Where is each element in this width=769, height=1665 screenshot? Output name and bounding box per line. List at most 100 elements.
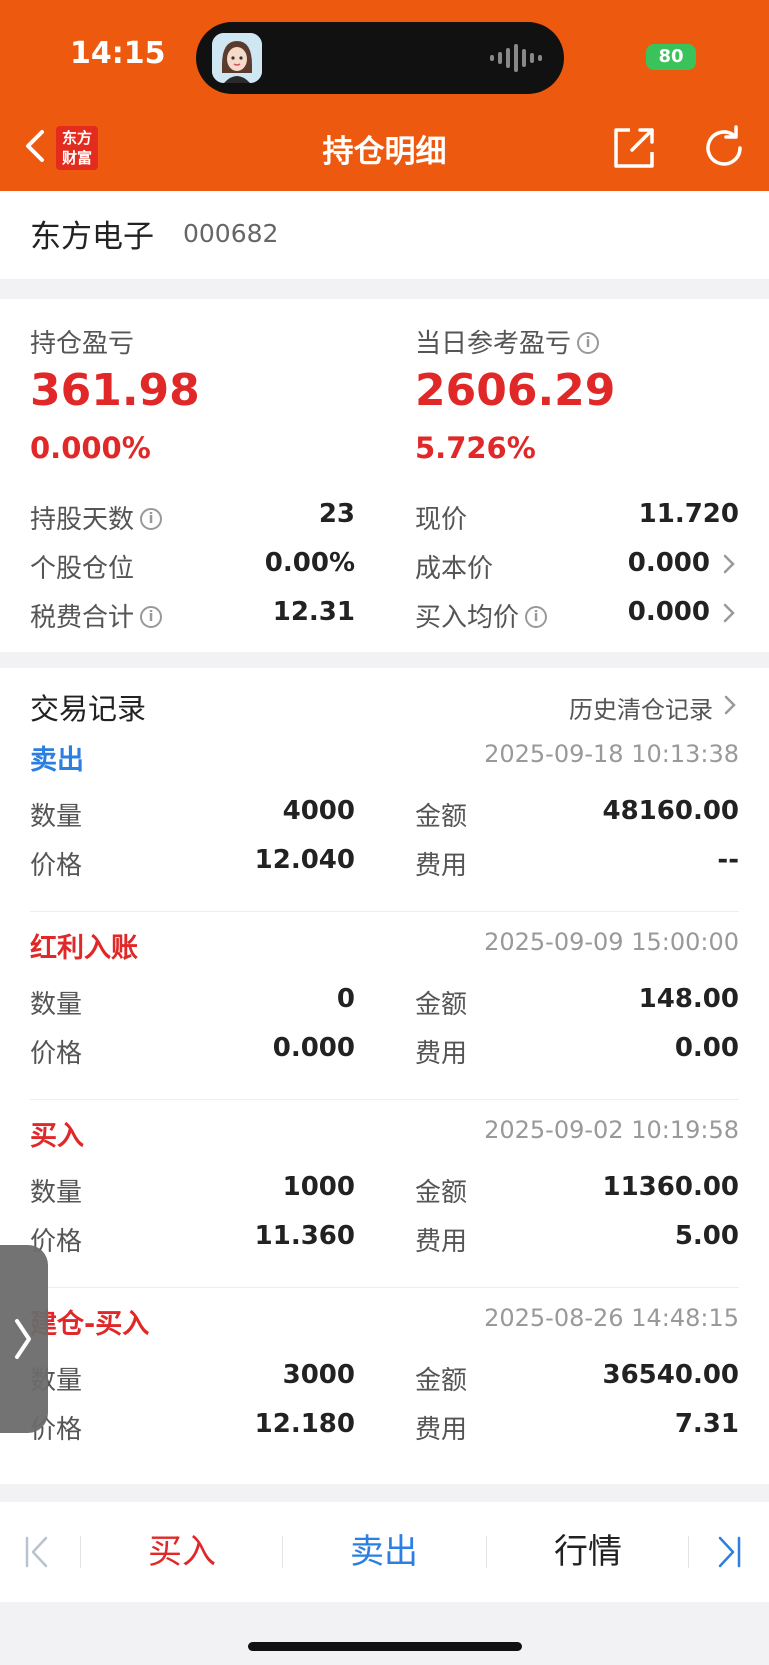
hold-days-label: 持股天数 i (30, 499, 163, 536)
amount-value: 11360.00 (602, 1172, 739, 1202)
fee-value: 7.31 (674, 1409, 739, 1439)
history-clearance-link[interactable]: 历史清仓记录 (569, 690, 713, 725)
daily-pnl-value: 2606.29 (415, 365, 616, 416)
side-drawer-handle[interactable] (0, 1245, 48, 1433)
position-weight-value: 0.00% (264, 548, 355, 578)
battery-indicator: 80 (646, 44, 696, 70)
current-price-label: 现价 (415, 505, 468, 535)
avg-buy-price-value[interactable]: 0.000 (540, 597, 710, 627)
divider (282, 1536, 283, 1568)
amount-label: 金额 (415, 802, 468, 832)
amount-value: 48160.00 (602, 796, 739, 826)
trade-time: 2025-08-26 14:48:15 (484, 1304, 739, 1332)
amount-label: 金额 (415, 1366, 468, 1396)
divider (688, 1536, 689, 1568)
position-pnl-value: 361.98 (30, 365, 200, 416)
info-icon[interactable]: i (140, 507, 163, 530)
share-icon[interactable] (610, 124, 658, 172)
cost-price-label[interactable]: 成本价 (415, 548, 493, 585)
status-time: 14:15 (70, 36, 166, 71)
price-label: 价格 (30, 851, 83, 881)
chevron-right-icon[interactable] (722, 602, 736, 624)
fee-label: 费用 (415, 1227, 468, 1257)
fee-label: 费用 (415, 851, 468, 881)
amount-label: 金额 (415, 1178, 468, 1208)
info-icon[interactable]: i (577, 331, 600, 354)
fee-value: 5.00 (674, 1221, 739, 1251)
trade-records-title: 交易记录 (30, 692, 147, 726)
amount-value: 36540.00 (602, 1360, 739, 1390)
tax-total-label: 税费合计 i (30, 597, 163, 634)
price-value: 12.180 (254, 1409, 355, 1439)
cost-price-value[interactable]: 0.000 (540, 548, 710, 578)
stock-header: 东方电子 000682 (0, 191, 769, 279)
last-page-icon[interactable] (714, 1534, 744, 1570)
bottom-action-bar: 买入 卖出 行情 (0, 1502, 769, 1602)
position-weight-label: 个股仓位 (30, 554, 135, 584)
home-indicator[interactable] (248, 1642, 522, 1651)
qty-value: 4000 (282, 796, 355, 826)
trade-record[interactable]: 红利入账 2025-09-09 15:00:00 数量 0 价格 0.000 金… (0, 912, 769, 1100)
trade-time: 2025-09-18 10:13:38 (484, 740, 739, 768)
price-value: 11.360 (254, 1221, 355, 1251)
avatar (212, 33, 262, 83)
profit-panel: 持仓盈亏 361.98 0.000% 当日参考盈亏 i 2606.29 5.726… (0, 299, 769, 652)
amount-label: 金额 (415, 990, 468, 1020)
trade-time: 2025-09-09 15:00:00 (484, 928, 739, 956)
price-value: 12.040 (254, 845, 355, 875)
daily-pnl-label: 当日参考盈亏 i (415, 323, 600, 360)
position-pnl-percent: 0.000% (30, 431, 151, 465)
hold-days-label-text: 持股天数 (30, 505, 135, 535)
trade-record[interactable]: 卖出 2025-09-18 10:13:38 数量 4000 价格 12.040… (0, 724, 769, 912)
price-label: 价格 (30, 1039, 83, 1069)
position-pnl-label: 持仓盈亏 (30, 323, 134, 360)
trade-record[interactable]: 买入 2025-09-02 10:19:58 数量 1000 价格 11.360… (0, 1100, 769, 1288)
sell-button[interactable]: 卖出 (284, 1524, 484, 1573)
qty-label: 数量 (30, 990, 83, 1020)
app-header: 14:15 80 东方 财富 持仓明细 (0, 0, 769, 191)
qty-value: 3000 (282, 1360, 355, 1390)
trade-type: 买入 (30, 1121, 84, 1152)
chevron-right-icon[interactable] (723, 694, 737, 716)
price-value: 0.000 (272, 1033, 355, 1063)
tax-total-value: 12.31 (272, 597, 355, 627)
buy-button[interactable]: 买入 (82, 1524, 282, 1573)
divider (80, 1536, 81, 1568)
fee-label: 费用 (415, 1039, 468, 1069)
audio-wave-icon (490, 42, 542, 74)
chevron-right-icon[interactable] (722, 553, 736, 575)
trade-record[interactable]: 建仓-买入 2025-08-26 14:48:15 数量 3000 价格 12.… (0, 1288, 769, 1476)
daily-pnl-percent: 5.726% (415, 431, 536, 465)
info-icon[interactable]: i (140, 605, 163, 628)
trade-time: 2025-09-02 10:19:58 (484, 1116, 739, 1144)
fee-value: 0.00 (674, 1033, 739, 1063)
trade-records: 交易记录 历史清仓记录 卖出 2025-09-18 10:13:38 数量 40… (0, 668, 769, 1484)
hold-days-value: 23 (318, 499, 355, 529)
fee-label: 费用 (415, 1415, 468, 1445)
stock-name: 东方电子 (30, 219, 154, 255)
qty-value: 0 (336, 984, 355, 1014)
battery-level: 80 (658, 46, 684, 67)
brand-logo: 东方 财富 (56, 126, 98, 170)
market-button[interactable]: 行情 (488, 1524, 688, 1573)
avg-buy-price-label[interactable]: 买入均价 i (415, 597, 548, 634)
logo-text-line2: 财富 (61, 149, 92, 167)
stock-code: 000682 (183, 219, 279, 248)
logo-text-line1: 东方 (61, 129, 92, 147)
chevron-right-icon (15, 1319, 31, 1359)
refresh-icon[interactable] (700, 124, 748, 172)
qty-value: 1000 (282, 1172, 355, 1202)
qty-label: 数量 (30, 1178, 83, 1208)
fee-value: -- (717, 845, 739, 875)
current-price-value: 11.720 (638, 499, 739, 529)
daily-pnl-label-text: 当日参考盈亏 (415, 329, 572, 359)
first-page-icon[interactable] (22, 1534, 52, 1570)
back-arrow-icon[interactable] (18, 126, 52, 166)
avg-buy-price-label-text: 买入均价 (415, 603, 520, 633)
tax-total-label-text: 税费合计 (30, 603, 135, 633)
qty-label: 数量 (30, 802, 83, 832)
trade-type: 红利入账 (30, 933, 138, 964)
position-pnl-label-text: 持仓盈亏 (30, 329, 135, 359)
dynamic-island[interactable] (196, 22, 564, 94)
trade-type: 卖出 (30, 745, 84, 776)
